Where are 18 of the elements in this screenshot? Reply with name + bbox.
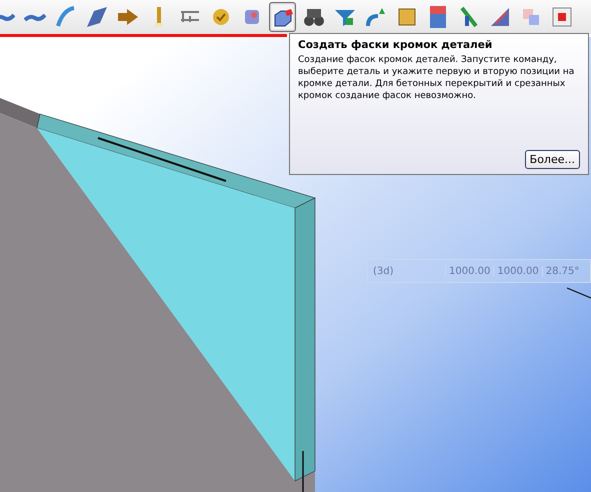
plate-icon	[86, 6, 108, 28]
square-icon	[396, 6, 418, 28]
curve-icon	[54, 6, 76, 28]
view-mode-label: (3d)	[372, 266, 395, 276]
chamfer-icon	[272, 6, 294, 28]
beam-icon	[458, 6, 480, 28]
tooltip-text: Создание фасок кромок деталей. Запустите команду, выберите деталь и укажите первую и вторую позиции на кромке детали. Для бетонных перекрытий и срезанных кромок создание фасок невозможно.	[298, 54, 576, 102]
triangle-icon	[488, 6, 510, 28]
more-button[interactable]: Более...	[524, 150, 580, 169]
tooltip-title: Создать фаски кромок деталей	[298, 39, 494, 51]
arrow-icon	[116, 6, 138, 28]
stop-icon	[550, 6, 572, 28]
coordinate-value: 1000.00	[445, 266, 494, 276]
binoculars-icon	[302, 6, 324, 28]
coordinate-value: 1000.00	[493, 266, 542, 276]
toolbar-button[interactable]	[269, 2, 296, 32]
coordinate-value: 28.75°	[542, 266, 582, 276]
curved-arrow-icon	[364, 6, 386, 28]
